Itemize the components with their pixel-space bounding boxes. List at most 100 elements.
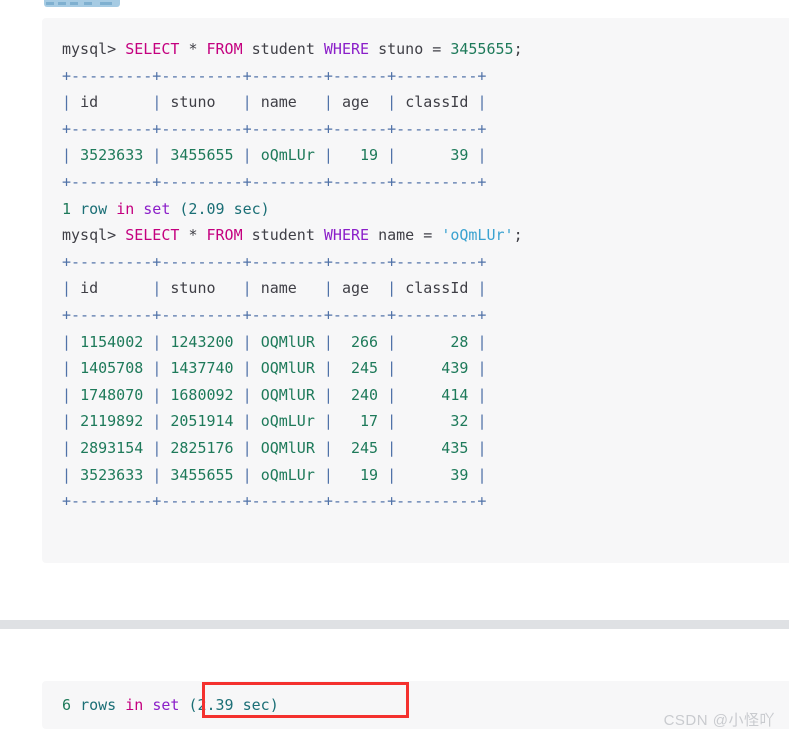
- code-token: |: [62, 438, 81, 457]
- code-token: 2119892: [80, 412, 153, 431]
- code-line: +---------+---------+--------+------+---…: [62, 169, 789, 196]
- code-token: OQMlUR: [260, 359, 324, 378]
- code-token: |: [477, 465, 487, 484]
- code-token: SELECT: [125, 226, 189, 245]
- code-token: row: [80, 199, 117, 218]
- code-token: 1243200: [170, 332, 243, 351]
- code-token: 435: [405, 438, 478, 457]
- code-token: |: [242, 93, 261, 112]
- code-token: 2825176: [170, 438, 243, 457]
- code-token: 32: [405, 412, 478, 431]
- code-token: 1437740: [170, 359, 243, 378]
- code-token: |: [323, 279, 342, 298]
- code-token: |: [323, 332, 342, 351]
- code-token: 2893154: [80, 438, 153, 457]
- mysql-console-output-block: mysql> SELECT * FROM student WHERE stuno…: [42, 18, 789, 563]
- code-token: student: [251, 40, 324, 58]
- code-token: +---------+---------+--------+------+---…: [62, 305, 487, 324]
- code-token: |: [62, 412, 81, 431]
- code-line: +---------+---------+--------+------+---…: [62, 302, 789, 329]
- code-token: age: [341, 93, 388, 112]
- code-token: 1: [62, 199, 81, 218]
- code-token: mysql>: [62, 226, 126, 245]
- code-token: 3455655: [450, 40, 514, 58]
- code-token: WHERE: [323, 226, 379, 245]
- code-line: | 1405708 | 1437740 | OQMlUR | 245 | 439…: [62, 355, 789, 382]
- code-token: age: [341, 279, 388, 298]
- code-token: 266: [341, 332, 388, 351]
- code-token: ;: [513, 40, 523, 58]
- code-token: |: [477, 93, 487, 112]
- code-token: |: [152, 279, 171, 298]
- code-token: |: [323, 465, 342, 484]
- code-token: |: [477, 412, 487, 431]
- code-token: classId: [405, 93, 478, 112]
- code-token: FROM: [206, 226, 252, 245]
- code-line: | 2119892 | 2051914 | oQmLUr | 17 | 32 |: [62, 408, 789, 435]
- code-token: 439: [405, 359, 478, 378]
- code-token: rows: [80, 696, 126, 714]
- code-token: student: [251, 226, 324, 245]
- code-token: |: [477, 438, 487, 457]
- code-token: 39: [405, 465, 478, 484]
- code-token: |: [387, 412, 406, 431]
- code-token: oQmLUr: [260, 412, 324, 431]
- code-token: 3455655: [170, 465, 243, 484]
- code-token: |: [477, 385, 487, 404]
- code-token: 39: [405, 146, 478, 165]
- code-token: |: [62, 146, 81, 165]
- code-token: OQMlUR: [260, 332, 324, 351]
- code-token: |: [62, 93, 81, 112]
- code-token: |: [152, 412, 171, 431]
- code-token: |: [152, 465, 171, 484]
- code-token: 28: [405, 332, 478, 351]
- code-token: +---------+---------+--------+------+---…: [62, 172, 487, 191]
- code-token: +---------+---------+--------+------+---…: [62, 252, 487, 271]
- code-token: 2051914: [170, 412, 243, 431]
- code-token: |: [242, 412, 261, 431]
- code-token: id: [80, 93, 153, 112]
- code-token: OQMlUR: [260, 438, 324, 457]
- code-token: +---------+---------+--------+------+---…: [62, 492, 487, 511]
- code-token: |: [152, 438, 171, 457]
- code-token: |: [387, 438, 406, 457]
- section-divider: [0, 620, 789, 629]
- code-token: 6: [62, 696, 81, 714]
- code-line: +---------+---------+--------+------+---…: [62, 63, 789, 90]
- code-line: | id | stuno | name | age | classId |: [62, 89, 789, 116]
- code-token: |: [62, 279, 81, 298]
- code-token: 245: [341, 438, 388, 457]
- code-token: 3523633: [80, 465, 153, 484]
- code-token: |: [242, 385, 261, 404]
- code-line: | 1154002 | 1243200 | OQMlUR | 266 | 28 …: [62, 329, 789, 356]
- code-toolbar-strip[interactable]: [44, 0, 120, 7]
- code-token: in: [125, 696, 153, 714]
- code-token: |: [152, 385, 171, 404]
- code-line: | 2893154 | 2825176 | OQMlUR | 245 | 435…: [62, 435, 789, 462]
- code-token: |: [477, 332, 487, 351]
- code-token: |: [62, 385, 81, 404]
- code-token: in: [116, 199, 144, 218]
- code-token: |: [242, 279, 261, 298]
- code-token: |: [323, 146, 342, 165]
- code-token: |: [323, 359, 342, 378]
- code-token: |: [387, 385, 406, 404]
- toolbar-dash-icon: [58, 2, 66, 5]
- code-token: 19: [341, 465, 388, 484]
- code-token: |: [387, 332, 406, 351]
- code-line: | 1748070 | 1680092 | OQMlUR | 240 | 414…: [62, 382, 789, 409]
- code-line: | 3523633 | 3455655 | oQmLUr | 19 | 39 |: [62, 142, 789, 169]
- code-token: |: [323, 412, 342, 431]
- code-token: |: [242, 438, 261, 457]
- code-token: stuno: [170, 279, 243, 298]
- code-token: 414: [405, 385, 478, 404]
- toolbar-dash-icon: [84, 2, 92, 5]
- code-token: 3455655: [170, 146, 243, 165]
- code-line: +---------+---------+--------+------+---…: [62, 488, 789, 515]
- code-token: |: [387, 359, 406, 378]
- code-line: | id | stuno | name | age | classId |: [62, 275, 789, 302]
- code-token: |: [323, 438, 342, 457]
- code-token: stuno: [170, 93, 243, 112]
- code-token: |: [477, 359, 487, 378]
- code-token: (2.39 sec): [188, 696, 279, 714]
